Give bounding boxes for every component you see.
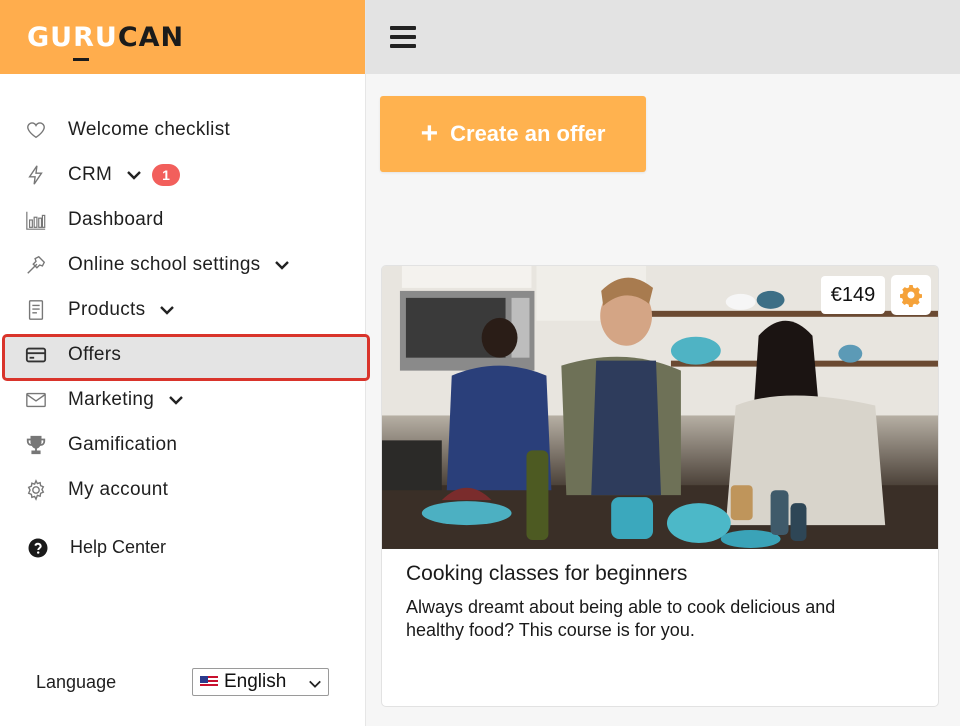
sidebar-item-label: Marketing (68, 388, 155, 410)
chevron-down-icon[interactable] (274, 257, 290, 273)
offer-settings-button[interactable] (891, 275, 931, 315)
sidebar-item-welcome-checklist[interactable]: Welcome checklist (0, 107, 365, 152)
chevron-down-icon[interactable] (159, 302, 175, 318)
language-row: Language English (36, 668, 329, 696)
envelope-icon (24, 388, 48, 412)
offer-card[interactable]: €149 Cooking classes for beginners Alway… (381, 265, 939, 707)
help-center-label: Help Center (70, 537, 167, 557)
gear-icon (24, 478, 48, 502)
sidebar-item-crm[interactable]: CRM 1 (0, 152, 365, 197)
create-offer-label: Create an offer (450, 121, 606, 146)
trophy-icon (24, 433, 48, 457)
bolt-icon (24, 163, 48, 187)
sidebar-item-label: Online school settings (68, 253, 261, 275)
sidebar-item-label: Offers (68, 343, 122, 365)
sidebar-item-dashboard[interactable]: Dashboard (0, 197, 365, 242)
sidebar-item-label: My account (68, 478, 169, 500)
sidebar-item-label: Dashboard (68, 208, 164, 230)
document-icon (24, 298, 48, 322)
sidebar-item-gamification[interactable]: Gamification (0, 422, 365, 467)
bar-chart-icon (24, 208, 48, 232)
help-center-link[interactable]: Help Center (28, 537, 166, 558)
us-flag-icon (200, 676, 218, 688)
sidebar-item-label: Welcome checklist (68, 118, 231, 140)
language-value: English (224, 671, 287, 692)
language-select[interactable]: English (192, 668, 329, 696)
sidebar-item-label: CRM (68, 163, 113, 185)
sidebar: GURUCAN Welcome checklist CRM 1 Dashboar (0, 0, 370, 726)
plus-icon: + (420, 117, 439, 150)
create-offer-button[interactable]: + Create an offer (380, 96, 646, 172)
offer-title[interactable]: Cooking classes for beginners (406, 562, 687, 586)
offer-description: Always dreamt about being able to cook d… (406, 597, 836, 640)
question-circle-icon (28, 538, 48, 558)
sidebar-item-label: Gamification (68, 433, 178, 455)
top-bar (366, 0, 960, 74)
gear-icon (900, 285, 922, 307)
chevron-down-icon[interactable] (168, 392, 184, 408)
chevron-down-icon (308, 675, 322, 689)
gurucan-logo[interactable]: GURUCAN (27, 22, 184, 61)
hamburger-menu-icon[interactable] (390, 26, 416, 48)
sidebar-item-label: Products (68, 298, 146, 320)
sidebar-item-marketing[interactable]: Marketing (0, 377, 365, 422)
offer-cover-image: €149 (382, 266, 938, 549)
language-label: Language (36, 671, 117, 692)
sidebar-nav: Welcome checklist CRM 1 Dashboard Online… (0, 74, 370, 512)
logo-bar: GURUCAN (0, 0, 365, 74)
notification-badge: 1 (152, 163, 181, 186)
heart-icon (24, 118, 48, 142)
sidebar-item-products[interactable]: Products (0, 287, 365, 332)
chevron-down-icon[interactable] (126, 167, 142, 183)
sidebar-item-my-account[interactable]: My account (0, 467, 365, 512)
sidebar-item-offers[interactable]: Offers (2, 332, 370, 381)
sidebar-item-online-school-settings[interactable]: Online school settings (0, 242, 365, 287)
credit-card-icon (24, 343, 48, 367)
hammer-icon (24, 253, 48, 277)
price-badge: €149 (821, 276, 885, 314)
